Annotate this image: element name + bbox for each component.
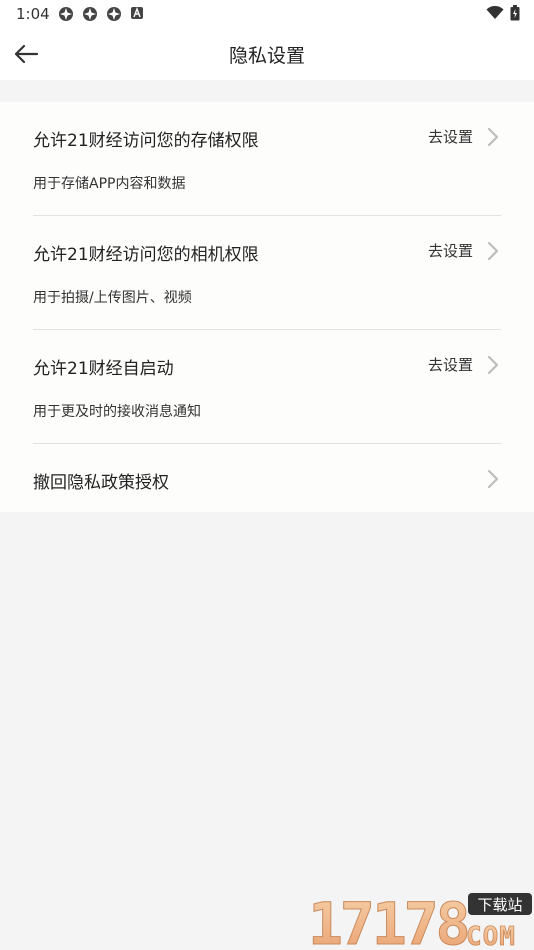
setting-description: 用于存储APP内容和数据 — [33, 176, 186, 192]
watermark-logo: 17178 下载站 COM — [306, 890, 534, 950]
go-settings-link[interactable]: 去设置 — [428, 240, 473, 261]
app-notification-icon — [82, 6, 98, 22]
setting-description: 用于更及时的接收消息通知 — [33, 404, 201, 420]
revoke-privacy-title: 撤回隐私政策授权 — [33, 473, 169, 493]
chevron-right-icon — [487, 241, 499, 261]
setting-title: 允许21财经访问您的相机权限 — [33, 245, 259, 265]
setting-description: 用于拍摄/上传图片、视频 — [33, 290, 192, 306]
chevron-right-icon — [487, 127, 499, 147]
battery-icon — [510, 5, 520, 25]
revoke-privacy-row[interactable]: 撤回隐私政策授权 — [33, 444, 501, 512]
status-time: 1:04 — [16, 5, 50, 23]
setting-row-autostart[interactable]: 允许21财经自启动 用于更及时的接收消息通知 去设置 — [33, 330, 501, 444]
wifi-icon — [486, 5, 504, 24]
watermark-digits: 17178 — [308, 890, 468, 950]
chevron-right-icon — [487, 355, 499, 375]
app-notification-icon — [106, 6, 122, 22]
notification-icons — [58, 6, 146, 22]
system-status-icons — [486, 5, 520, 25]
go-settings-link[interactable]: 去设置 — [428, 354, 473, 375]
page-title: 隐私设置 — [228, 45, 305, 67]
app-header: 隐私设置 — [0, 28, 534, 80]
setting-row-storage[interactable]: 允许21财经访问您的存储权限 用于存储APP内容和数据 去设置 — [33, 102, 501, 216]
setting-row-camera[interactable]: 允许21财经访问您的相机权限 用于拍摄/上传图片、视频 去设置 — [33, 216, 501, 330]
status-bar: 1:04 — [0, 0, 534, 28]
settings-list: 允许21财经访问您的存储权限 用于存储APP内容和数据 去设置 允许21财经访问… — [0, 102, 534, 512]
watermark-suffix: COM — [466, 922, 516, 950]
app-notification-icon — [58, 6, 74, 22]
setting-title: 允许21财经自启动 — [33, 359, 174, 379]
a-notification-icon — [130, 6, 146, 22]
watermark-badge: 下载站 — [477, 896, 522, 914]
section-gap — [0, 80, 534, 102]
setting-title: 允许21财经访问您的存储权限 — [33, 131, 259, 151]
chevron-right-icon — [487, 469, 499, 489]
go-settings-link[interactable]: 去设置 — [428, 126, 473, 147]
